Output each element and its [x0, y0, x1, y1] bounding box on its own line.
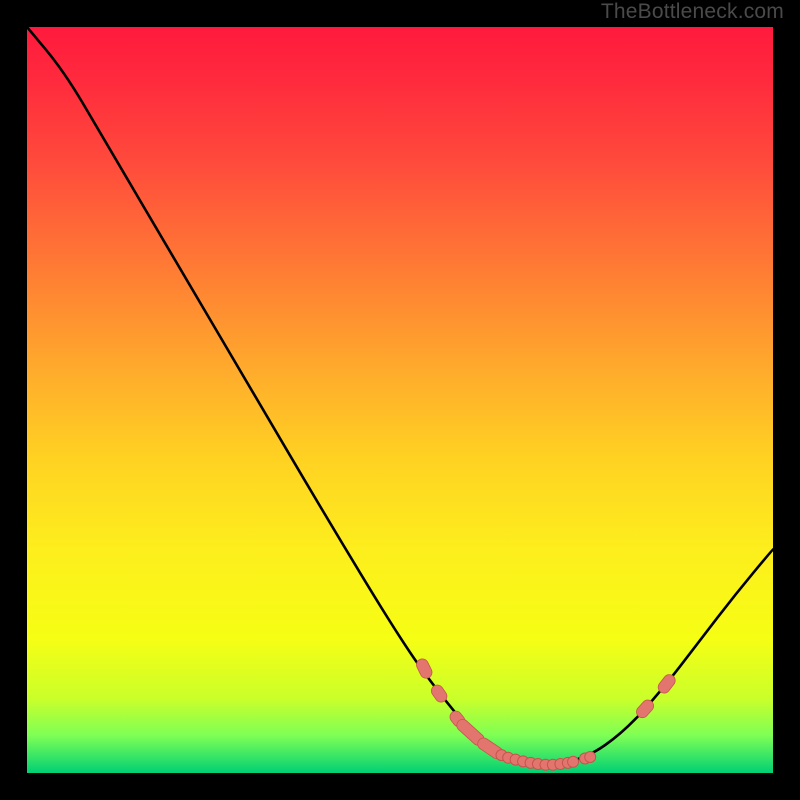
marker-pill — [456, 717, 459, 721]
marker-pill — [463, 725, 479, 739]
marker-pill — [642, 706, 647, 712]
markers-group — [422, 665, 669, 771]
chart-svg — [27, 27, 773, 773]
bottleneck-curve — [27, 27, 773, 764]
marker-pill — [484, 744, 497, 753]
marker-pill — [437, 691, 441, 696]
watermark-label: TheBottleneck.com — [601, 0, 784, 24]
marker-pill — [664, 681, 669, 688]
marker-dot — [585, 752, 596, 763]
plot-area — [27, 27, 773, 773]
marker-pill — [422, 665, 426, 673]
marker-dot — [568, 756, 579, 767]
chart-frame — [18, 18, 782, 782]
